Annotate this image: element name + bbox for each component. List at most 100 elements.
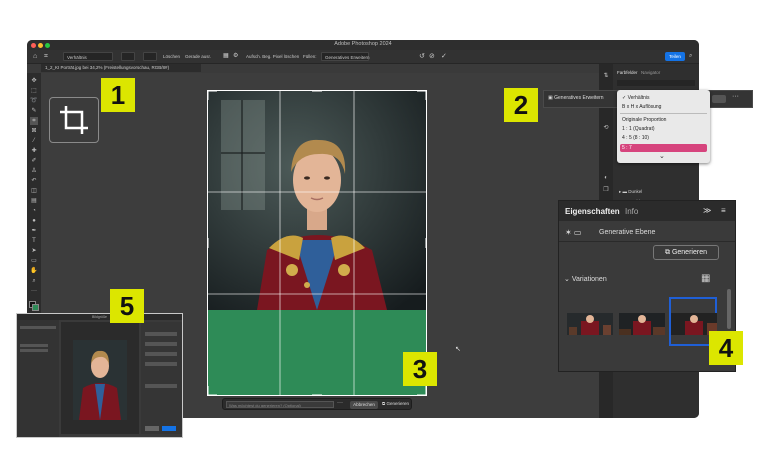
history-brush-icon[interactable]: ↶ bbox=[30, 177, 38, 185]
variation-thumbnail[interactable] bbox=[619, 313, 665, 335]
tab-swatches[interactable]: Farbfelder bbox=[617, 70, 638, 75]
move-tool-icon[interactable]: ✥ bbox=[30, 77, 38, 85]
inset-field bbox=[145, 332, 177, 336]
fill-select[interactable]: Generatives Erweitern bbox=[321, 52, 370, 61]
tab-properties[interactable]: Eigenschaften bbox=[565, 207, 620, 216]
chevron-down-icon[interactable]: ⌄ bbox=[659, 152, 665, 160]
straighten-button[interactable]: Gerade ausr. bbox=[185, 52, 211, 61]
generate-button[interactable]: ⧉ Generieren bbox=[653, 245, 719, 260]
prompt-input[interactable]: Was möchtest du generieren? (Optional) bbox=[226, 401, 334, 408]
layer-type-label: Generative Ebene bbox=[599, 229, 656, 236]
options-bar: ⌂ ⌗ Verhältnis Löschen Gerade ausr. ▦ ⚙ … bbox=[27, 50, 699, 64]
generative-expand-button[interactable]: ▣ Generatives Erweitern bbox=[548, 95, 604, 101]
inset-field bbox=[145, 362, 177, 366]
blur-tool-icon[interactable]: ◔ bbox=[30, 207, 38, 215]
step-label-2: 2 bbox=[504, 88, 538, 122]
step-label-1: 1 bbox=[101, 78, 135, 112]
cancel-crop-icon[interactable]: ⊘ bbox=[429, 52, 435, 61]
collapse-icon[interactable]: ≫ bbox=[703, 206, 711, 215]
quick-select-tool-icon[interactable]: ✎ bbox=[30, 107, 38, 115]
inset-row bbox=[20, 349, 48, 352]
cancel-button[interactable]: Abbrechen bbox=[350, 400, 378, 409]
width-field[interactable] bbox=[121, 52, 135, 61]
inset-settings-panel bbox=[141, 322, 182, 434]
panel-scrollbar[interactable] bbox=[727, 289, 731, 329]
document-tab[interactable]: 1_2_KI Porträt.jpg bei 34,2% (Freistellu… bbox=[41, 64, 201, 72]
share-button[interactable]: Teilen bbox=[665, 52, 685, 61]
dodge-tool-icon[interactable]: ● bbox=[30, 217, 38, 225]
generate-button[interactable]: ⧉ Generieren bbox=[382, 401, 409, 406]
menu-item-highlight bbox=[620, 144, 707, 152]
history-icon[interactable]: ⟲ bbox=[602, 124, 610, 132]
eyedropper-tool-icon[interactable]: ⁄ bbox=[30, 137, 38, 145]
inset-portrait bbox=[73, 340, 127, 420]
swatch-search-input[interactable] bbox=[617, 80, 695, 86]
fill-label: Füllen: bbox=[303, 54, 317, 59]
variation-thumbnail[interactable] bbox=[567, 313, 613, 335]
inset-left-panel bbox=[17, 320, 59, 437]
zoom-tool-icon[interactable]: ⌕ bbox=[30, 277, 38, 285]
menu-item-4-5[interactable]: 4 : 5 (8 : 10) bbox=[622, 134, 649, 142]
image-size-dialog-screenshot: Bildgröße bbox=[16, 313, 183, 438]
search-icon[interactable]: ⌕ bbox=[689, 52, 692, 61]
crop-tool-icon[interactable]: ⌗ bbox=[44, 52, 48, 61]
pen-tool-icon[interactable]: ✒ bbox=[30, 227, 38, 235]
variations-header[interactable]: ⌄ Variationen bbox=[564, 275, 607, 283]
inset-row bbox=[20, 326, 56, 329]
menu-item-original[interactable]: Originale Proportion bbox=[622, 116, 666, 124]
commit-crop-icon[interactable]: ✓ bbox=[441, 52, 447, 61]
more-tools-icon[interactable]: ··· bbox=[30, 287, 38, 295]
menu-item-size-resolution[interactable]: B x H x Auflösung bbox=[622, 103, 661, 111]
menu-item-ratio[interactable]: ✓ Verhältnis bbox=[622, 94, 650, 102]
crop-icon bbox=[60, 106, 88, 134]
tab-navigator[interactable]: Navigator bbox=[641, 70, 660, 75]
background-color-swatch[interactable] bbox=[32, 304, 39, 311]
shape-panel-icon[interactable]: ◐ bbox=[602, 174, 610, 182]
type-tool-icon[interactable]: T bbox=[30, 237, 38, 245]
menu-item-5-7[interactable]: 5 : 7 bbox=[622, 144, 632, 152]
frame-tool-icon[interactable]: ⊠ bbox=[30, 127, 38, 135]
inset-row bbox=[20, 344, 48, 347]
inset-title: Bildgröße bbox=[92, 314, 107, 319]
mouse-cursor-icon: ↖ bbox=[455, 346, 461, 353]
gradient-tool-icon[interactable]: ▤ bbox=[30, 197, 38, 205]
more-options-button[interactable]: ··· bbox=[337, 400, 343, 406]
shape-tool-icon[interactable]: ▭ bbox=[30, 257, 38, 265]
path-select-icon[interactable]: ➤ bbox=[30, 247, 38, 255]
more-options-button[interactable]: ··· bbox=[732, 93, 739, 100]
undo-icon[interactable]: ↺ bbox=[419, 52, 425, 61]
eraser-tool-icon[interactable]: ◫ bbox=[30, 187, 38, 195]
gear-icon[interactable]: ⚙ bbox=[233, 52, 238, 61]
grid-view-icon[interactable]: ▦ bbox=[701, 273, 710, 284]
crop-grid-overlay[interactable] bbox=[207, 90, 427, 396]
chevron-down-icon: ⌄ bbox=[564, 276, 572, 283]
ratio-select[interactable]: Verhältnis bbox=[63, 52, 113, 61]
delete-pixels-checkbox[interactable]: Aufsch. Beg. Pixel löschen bbox=[246, 52, 299, 61]
overlay-grid-icon[interactable]: ▦ bbox=[223, 52, 229, 61]
adjust-icon[interactable]: ⇅ bbox=[602, 72, 610, 80]
window-title: Adobe Photoshop 2024 bbox=[334, 41, 392, 47]
layer-item[interactable]: ▸ ▬ Dunkel bbox=[619, 188, 689, 195]
divider bbox=[559, 241, 735, 242]
height-field[interactable] bbox=[143, 52, 157, 61]
layers-panel-icon[interactable]: ❐ bbox=[602, 186, 610, 194]
menu-item-1-1[interactable]: 1 : 1 (Quadrat) bbox=[622, 125, 655, 133]
healing-tool-icon[interactable]: ✚ bbox=[30, 147, 38, 155]
tab-info[interactable]: Info bbox=[625, 207, 638, 216]
generative-layer-icon: ✶ ▭ bbox=[565, 228, 582, 237]
marquee-tool-icon[interactable]: ⬚ bbox=[30, 87, 38, 95]
hand-tool-icon[interactable]: ✋ bbox=[30, 267, 38, 275]
panel-menu-icon[interactable]: ≡ bbox=[721, 206, 726, 215]
clear-button[interactable]: Löschen bbox=[163, 52, 180, 61]
inset-field bbox=[145, 352, 177, 356]
contextual-task-bar: Was möchtest du generieren? (Optional) ·… bbox=[222, 398, 412, 410]
lasso-tool-icon[interactable]: ➰ bbox=[30, 97, 38, 105]
stamp-tool-icon[interactable]: ♙ bbox=[30, 167, 38, 175]
folder-icon: ▸ ▬ bbox=[619, 189, 629, 194]
menu-divider bbox=[620, 113, 707, 114]
home-icon[interactable]: ⌂ bbox=[33, 52, 37, 61]
dimension-field[interactable] bbox=[712, 95, 726, 103]
brush-tool-icon[interactable]: ✐ bbox=[30, 157, 38, 165]
inset-field bbox=[145, 342, 177, 346]
crop-tool-active-icon[interactable]: ⌗ bbox=[30, 117, 38, 125]
